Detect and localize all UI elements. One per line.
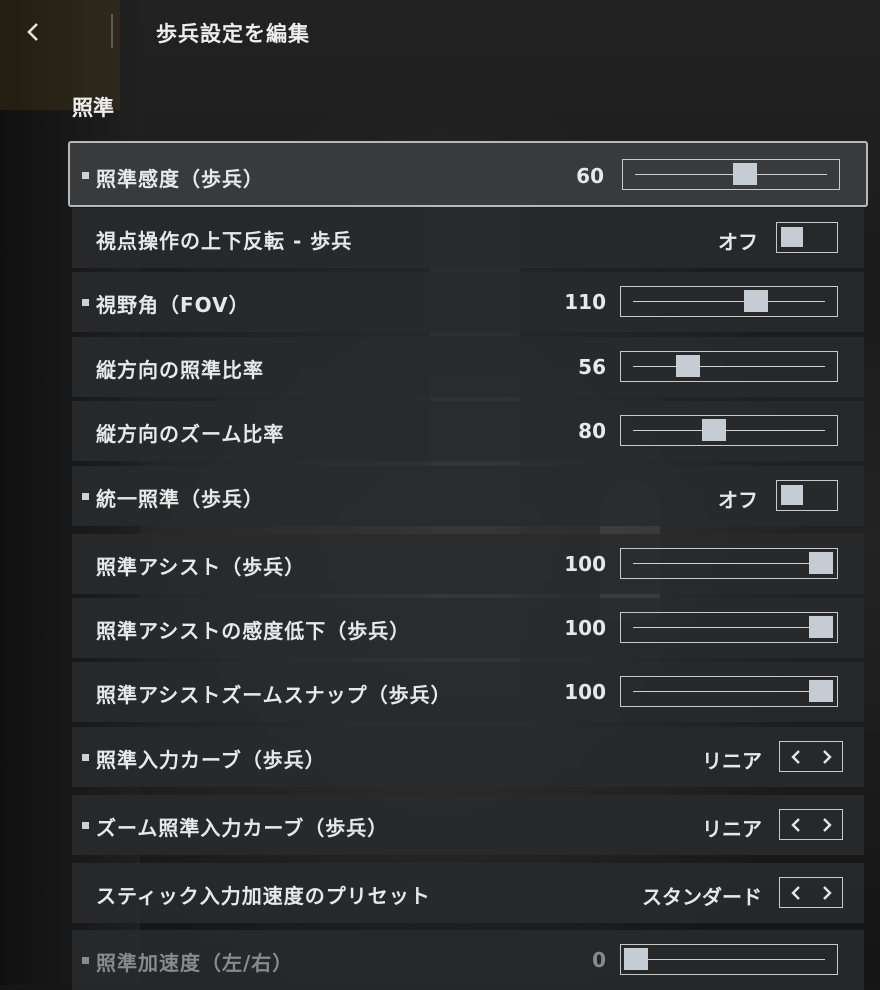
setting-label: 視点操作の上下反転 - 歩兵: [96, 229, 353, 253]
setting-row[interactable]: 照準アシストズームスナップ（歩兵） 100: [72, 662, 864, 722]
setting-slider[interactable]: [620, 286, 838, 317]
section-title: 照準: [72, 96, 114, 120]
chevron-right-icon[interactable]: [811, 878, 842, 907]
modified-indicator: [82, 957, 89, 964]
setting-label: 縦方向の照準比率: [96, 358, 264, 382]
setting-label: 縦方向のズーム比率: [96, 422, 285, 446]
page-title: 歩兵設定を編集: [156, 22, 310, 46]
modified-indicator: [82, 754, 89, 761]
setting-row[interactable]: 視野角（FOV） 110: [72, 272, 864, 332]
setting-row[interactable]: 視点操作の上下反転 - 歩兵 オフ: [72, 208, 864, 268]
chevron-left-icon[interactable]: [780, 878, 811, 907]
setting-slider[interactable]: [620, 612, 838, 643]
setting-value: 100: [564, 680, 606, 704]
setting-row[interactable]: スティック入力加速度のプリセット スタンダード: [72, 863, 864, 923]
setting-toggle[interactable]: [776, 480, 838, 511]
setting-stepper: [779, 809, 843, 840]
slider-thumb[interactable]: [733, 163, 758, 185]
setting-label: 照準入力カーブ（歩兵）: [96, 748, 326, 772]
setting-value: 100: [564, 552, 606, 576]
slider-track: [633, 627, 825, 628]
setting-row[interactable]: 照準アシスト（歩兵） 100: [72, 534, 864, 594]
stepper-value: リニア: [702, 749, 762, 773]
setting-label: 統一照準（歩兵）: [96, 487, 264, 511]
setting-value: 60: [576, 164, 604, 188]
chevron-right-icon[interactable]: [811, 742, 842, 771]
header-divider: [111, 14, 113, 48]
toggle-state: オフ: [718, 488, 758, 512]
setting-slider[interactable]: [620, 944, 838, 975]
slider-thumb[interactable]: [809, 616, 833, 638]
setting-stepper: [779, 877, 843, 908]
slider-thumb[interactable]: [624, 948, 648, 970]
setting-row[interactable]: 照準入力カーブ（歩兵） リニア: [72, 727, 864, 787]
setting-row[interactable]: 照準アシストの感度低下（歩兵） 100: [72, 598, 864, 658]
setting-label: 照準感度（歩兵）: [96, 167, 264, 191]
setting-row[interactable]: 縦方向の照準比率 56: [72, 337, 864, 397]
setting-value: 80: [578, 419, 606, 443]
setting-row[interactable]: ズーム照準入力カーブ（歩兵） リニア: [72, 795, 864, 855]
modified-indicator: [82, 299, 89, 306]
slider-thumb[interactable]: [675, 355, 700, 377]
setting-toggle[interactable]: [776, 222, 838, 253]
setting-slider[interactable]: [620, 351, 838, 382]
setting-row[interactable]: 縦方向のズーム比率 80: [72, 401, 864, 461]
slider-thumb[interactable]: [701, 419, 726, 441]
slider-track: [635, 174, 827, 175]
setting-label: 照準アシストの感度低下（歩兵）: [96, 619, 411, 643]
toggle-knob: [781, 227, 803, 247]
setting-value: 0: [592, 948, 606, 972]
chevron-right-icon[interactable]: [811, 810, 842, 839]
modified-indicator: [82, 172, 89, 179]
toggle-knob: [781, 485, 803, 505]
slider-track: [633, 430, 825, 431]
slider-thumb[interactable]: [744, 290, 769, 312]
setting-label: 照準アシストズームスナップ（歩兵）: [96, 683, 452, 707]
chevron-left-icon[interactable]: [780, 810, 811, 839]
stepper-value: スタンダード: [642, 885, 762, 909]
setting-value: 56: [578, 355, 606, 379]
setting-slider[interactable]: [620, 415, 838, 446]
slider-track: [633, 691, 825, 692]
slider-track: [633, 563, 825, 564]
slider-track: [633, 366, 825, 367]
back-button[interactable]: [18, 16, 48, 48]
slider-thumb[interactable]: [809, 680, 833, 702]
setting-label: 照準アシスト（歩兵）: [96, 555, 306, 579]
setting-row[interactable]: 照準感度（歩兵） 60: [68, 141, 868, 207]
setting-value: 110: [564, 290, 606, 314]
setting-slider[interactable]: [622, 159, 840, 190]
header: 歩兵設定を編集: [0, 0, 880, 64]
modified-indicator: [82, 822, 89, 829]
setting-value: 100: [564, 616, 606, 640]
setting-label: 視野角（FOV）: [96, 293, 250, 317]
toggle-state: オフ: [718, 230, 758, 254]
chevron-left-icon: [27, 23, 38, 41]
slider-track: [633, 301, 825, 302]
setting-label: 照準加速度（左/右）: [96, 951, 294, 975]
setting-label: スティック入力加速度のプリセット: [96, 884, 431, 908]
setting-slider[interactable]: [620, 676, 838, 707]
stepper-value: リニア: [702, 817, 762, 841]
setting-row[interactable]: 統一照準（歩兵） オフ: [72, 466, 864, 526]
setting-row[interactable]: 照準加速度（左/右） 0: [72, 930, 864, 990]
setting-stepper: [779, 741, 843, 772]
slider-thumb[interactable]: [809, 552, 833, 574]
setting-slider[interactable]: [620, 548, 838, 579]
setting-label: ズーム照準入力カーブ（歩兵）: [96, 816, 389, 840]
chevron-left-icon[interactable]: [780, 742, 811, 771]
slider-track: [633, 959, 825, 960]
modified-indicator: [82, 493, 89, 500]
